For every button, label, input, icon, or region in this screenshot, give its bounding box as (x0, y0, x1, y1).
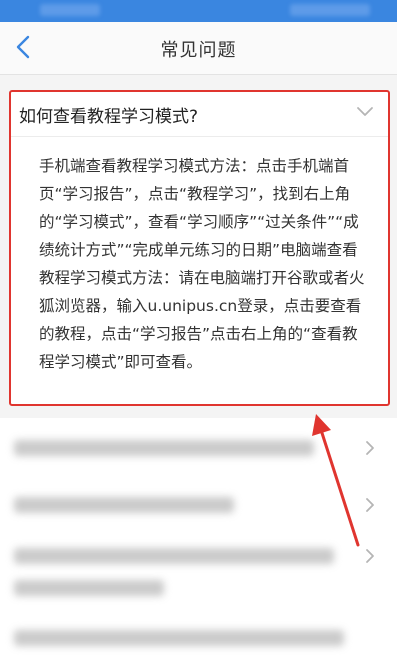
faq-item-collapsed[interactable] (0, 614, 397, 659)
faq-item-collapsed[interactable] (0, 530, 397, 615)
chevron-right-icon (366, 549, 374, 563)
chevron-right-icon (366, 441, 374, 455)
chevron-right-icon (366, 498, 374, 512)
blurred-text (14, 580, 164, 596)
status-bar-blur (290, 4, 370, 16)
page-title: 常见问题 (160, 40, 237, 61)
faq-item-collapsed[interactable] (0, 480, 397, 531)
chevron-down-icon (357, 107, 373, 116)
faq-item-collapsed[interactable] (0, 418, 397, 481)
blurred-text (14, 440, 314, 456)
faq-answer: 手机端查看教程学习模式方法：点击手机端首页“学习报告”，点击“教程学习”，找到右… (39, 157, 365, 371)
blurred-text (14, 548, 334, 564)
status-bar (0, 0, 397, 22)
faq-item-expanded[interactable]: 如何查看教程学习模式? 手机端查看教程学习模式方法：点击手机端首页“学习报告”，… (9, 90, 390, 406)
faq-question-row[interactable]: 如何查看教程学习模式? (11, 92, 388, 137)
blurred-text (14, 630, 344, 646)
blurred-text (14, 497, 234, 513)
faq-question: 如何查看教程学习模式? (19, 107, 199, 127)
nav-bar: 常见问题 (0, 22, 397, 75)
status-bar-blur (40, 4, 100, 16)
